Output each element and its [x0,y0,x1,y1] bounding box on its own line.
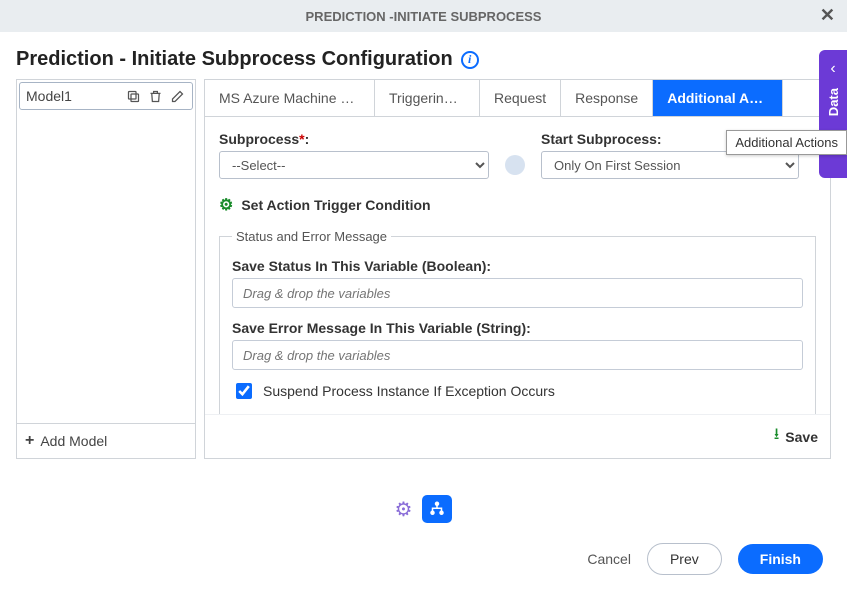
tab-triggering-events[interactable]: Triggering Ev… [375,80,480,116]
set-action-trigger-link[interactable]: ⚙ Set Action Trigger Condition [219,195,816,215]
save-error-variable-input[interactable] [232,340,803,370]
subprocess-field: Subprocess*: --Select-- [219,131,489,179]
close-icon[interactable]: ✕ [820,5,835,26]
tab-additional-actions[interactable]: Additional Acti… [653,80,783,116]
suspend-checkbox-row: Suspend Process Instance If Exception Oc… [232,380,803,402]
tab-response[interactable]: Response [561,80,653,116]
add-model-button[interactable]: + Add Model [17,423,195,458]
gear-icon: ⚙ [219,195,233,215]
suspend-label: Suspend Process Instance If Exception Oc… [263,383,555,399]
suspend-checkbox[interactable] [236,383,252,399]
save-status-label: Save Status In This Variable (Boolean): [232,258,803,274]
tab-request[interactable]: Request [480,80,561,116]
page-title: Prediction - Initiate Subprocess Configu… [16,48,453,71]
save-error-label: Save Error Message In This Variable (Str… [232,320,803,336]
model-name: Model1 [26,88,72,104]
footer-toolbar: ⚙ [24,495,823,523]
footer: ⚙ Cancel Prev Finish [0,481,847,591]
side-dock[interactable]: ‹ Data [819,50,847,178]
add-model-label: Add Model [40,433,107,449]
required-marker: * [299,131,304,147]
tooltip-additional-actions: Additional Actions [726,130,847,155]
dialog-titlebar: PREDICTION -INITIATE SUBPROCESS ✕ [0,0,847,32]
model-item[interactable]: Model1 [19,82,193,110]
cancel-button[interactable]: Cancel [587,551,631,567]
save-row: ⭳ Save [205,414,830,458]
status-error-legend: Status and Error Message [232,229,391,244]
tab-ms-azure[interactable]: MS Azure Machine Lear… [205,80,375,116]
download-icon[interactable]: ⭳ [774,423,780,450]
save-button[interactable]: Save [785,429,818,445]
copy-icon[interactable] [124,87,142,105]
finish-button[interactable]: Finish [738,544,823,574]
tabs: MS Azure Machine Lear… Triggering Ev… Re… [205,80,830,117]
info-icon[interactable]: i [461,51,479,69]
flow-view-button[interactable] [422,495,452,523]
tooltip-text: Additional Actions [735,135,838,150]
side-dock-label: Data [826,88,841,116]
save-status-variable-input[interactable] [232,278,803,308]
start-subprocess-select[interactable]: Only On First Session [541,151,799,179]
prev-button[interactable]: Prev [647,543,722,575]
chevron-left-icon: ‹ [830,60,835,78]
plus-icon: + [25,432,34,450]
tab-panel-body: Subprocess*: --Select-- Start Subprocess… [205,117,830,414]
settings-gear-icon[interactable]: ⚙ [395,495,413,523]
subprocess-label: Subprocess*: [219,131,489,147]
subprocess-select[interactable]: --Select-- [219,151,489,179]
action-trigger-label: Set Action Trigger Condition [241,197,430,213]
model-list-panel: Model1 + Add Model [16,79,196,459]
page-header: Prediction - Initiate Subprocess Configu… [0,32,847,79]
main-body: Model1 + Add Model MS Azure Machine Lear… [0,79,847,459]
footer-actions: Cancel Prev Finish [24,543,823,575]
edit-icon[interactable] [168,87,186,105]
link-circle-icon[interactable] [505,155,525,175]
dialog-title: PREDICTION -INITIATE SUBPROCESS [306,9,542,24]
delete-icon[interactable] [146,87,164,105]
status-error-group: Status and Error Message Save Status In … [219,229,816,414]
